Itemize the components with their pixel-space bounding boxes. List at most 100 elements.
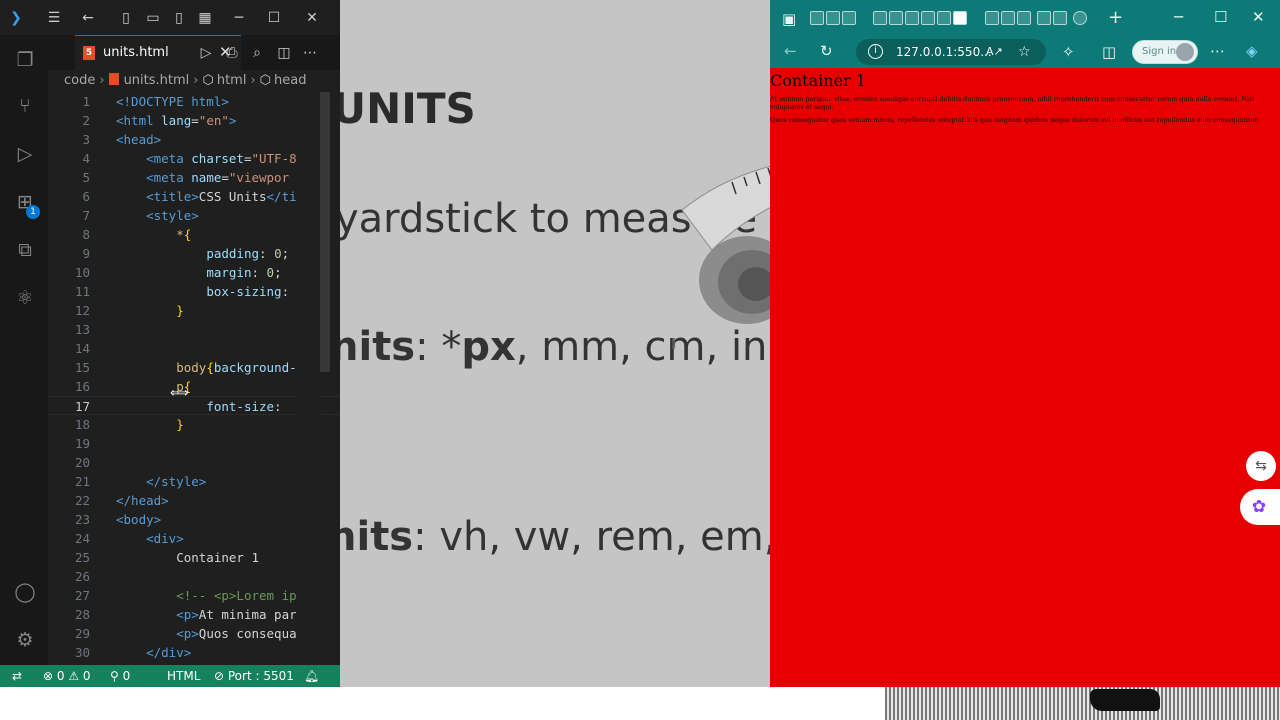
remote-indicator-icon[interactable]: ⇄ — [0, 665, 34, 687]
language-mode[interactable]: HTML — [167, 665, 200, 687]
video-artifact — [885, 687, 1280, 720]
browser-tab[interactable] — [921, 11, 935, 25]
browser-tab[interactable] — [1053, 11, 1067, 25]
code-token: name — [191, 170, 222, 185]
tab-units-html[interactable]: 5 units.html ✕ — [75, 35, 241, 70]
browser-tab[interactable] — [889, 11, 903, 25]
address-bar[interactable]: i 127.0.0.1:550... A↗ ☆ — [856, 39, 1046, 65]
code-token: : — [274, 399, 290, 414]
split-screen-icon[interactable]: ◫ — [1102, 42, 1116, 62]
menu-icon[interactable]: ☰ — [44, 8, 64, 28]
browser-tab[interactable] — [937, 11, 951, 25]
code-token: <p> — [176, 607, 199, 622]
close-window-icon[interactable]: ✕ — [1252, 7, 1265, 27]
toggle-secondary-sidebar-icon[interactable]: ▯ — [169, 8, 189, 28]
refresh-icon[interactable]: ↻ — [820, 41, 833, 61]
accounts-icon[interactable]: ◯ — [12, 579, 38, 605]
element-icon: ⬡ — [202, 73, 214, 88]
code-editor[interactable]: 1 <!DOCTYPE html> 2 <html lang="en"> 3 <head>… — [48, 92, 340, 665]
read-aloud-icon[interactable]: A↗ — [986, 39, 1003, 65]
source-control-icon[interactable]: ⑂ — [12, 93, 38, 119]
browser-tab[interactable] — [1001, 11, 1015, 25]
workspaces-icon[interactable]: ▣ — [782, 9, 796, 29]
code-token: <div> — [146, 531, 184, 546]
browser-tab[interactable] — [826, 11, 840, 25]
editor-tab-bar: 5 units.html ✕ ▷ ⎙ ⌕ ◫ ⋯ — [48, 35, 340, 70]
slide-line-3: nits: vh, vw, rem, em, — [340, 514, 770, 560]
editor-scrollbar[interactable] — [320, 92, 330, 372]
maximize-icon[interactable]: ☐ — [264, 8, 284, 28]
favorite-star-icon[interactable]: ☆ — [1018, 39, 1031, 65]
breadcrumb-head[interactable]: head — [274, 73, 306, 88]
site-info-icon[interactable]: i — [868, 44, 883, 59]
breadcrumb-file[interactable]: units.html — [124, 73, 190, 88]
run-debug-icon[interactable]: ▷ — [12, 141, 38, 167]
line-number: 4 — [82, 151, 90, 166]
live-server-port[interactable]: ⊘ Port : 5501 — [214, 665, 294, 687]
split-editor-icon[interactable]: ◫ — [274, 43, 294, 63]
toggle-panel-icon[interactable]: ▭ — [143, 8, 163, 28]
more-actions-icon[interactable]: ⋯ — [300, 43, 320, 63]
browser-tab-strip: ▣ + ─ ☐ ✕ — [770, 0, 1280, 36]
ports-indicator[interactable]: ⚲ 0 — [110, 665, 130, 687]
maximize-icon[interactable]: ☐ — [1214, 7, 1227, 27]
explorer-icon[interactable]: ❐ — [12, 47, 38, 73]
more-menu-icon[interactable]: ⋯ — [1210, 41, 1225, 61]
code-token: </ti — [266, 189, 297, 204]
code-token: background- — [213, 360, 297, 375]
minimap[interactable] — [296, 92, 322, 665]
toggle-primary-sidebar-icon[interactable]: ▯ — [116, 8, 136, 28]
breadcrumb-html[interactable]: html — [217, 73, 247, 88]
browser-tab[interactable] — [810, 11, 824, 25]
code-text: margin: 0; — [116, 263, 281, 282]
new-tab-plus-icon[interactable]: + — [1108, 8, 1123, 28]
presentation-slide: UNITS yardstick to measure nits: *px, mm… — [340, 0, 770, 687]
back-arrow-icon[interactable]: ← — [78, 8, 98, 28]
customize-layout-icon[interactable]: ▦ — [195, 8, 215, 28]
breadcrumb: code › units.html › ⬡ html › ⬡ head — [48, 70, 340, 92]
line-number: 21 — [74, 474, 90, 489]
browser-tab[interactable] — [905, 11, 919, 25]
browser-tab[interactable] — [873, 11, 887, 25]
line-number: 5 — [82, 170, 90, 185]
translate-icon[interactable]: ⇆ — [1246, 451, 1276, 481]
settings-gear-icon[interactable]: ⚙ — [12, 627, 38, 653]
minimize-icon[interactable]: ─ — [229, 8, 249, 28]
breadcrumb-folder[interactable]: code — [64, 73, 95, 88]
preview-search-icon[interactable]: ⌕ — [247, 43, 267, 63]
line-number: 12 — [74, 303, 90, 318]
back-arrow-icon[interactable]: ← — [784, 41, 797, 61]
browser-tab-active[interactable] — [953, 11, 967, 25]
slide-line-3-bold: nits — [340, 514, 414, 560]
remote-explorer-icon[interactable]: ⧉ — [12, 237, 38, 263]
browser-tab[interactable] — [842, 11, 856, 25]
run-icon[interactable]: ▷ — [196, 43, 216, 63]
code-token: ; — [281, 246, 290, 261]
code-token: Container 1 — [116, 550, 259, 565]
line-number: 15 — [74, 360, 90, 375]
notifications-bell-icon[interactable]: 🔔︎ — [304, 665, 319, 687]
browser-tab[interactable] — [985, 11, 999, 25]
code-token: = — [221, 170, 229, 185]
extensions-puzzle-icon[interactable]: ✧ — [1062, 42, 1075, 62]
react-icon[interactable]: ⚛ — [12, 285, 38, 311]
close-window-icon[interactable]: ✕ — [302, 8, 322, 28]
split-handle-icon[interactable]: ‖ — [671, 336, 677, 350]
print-icon[interactable]: ⎙ — [222, 43, 242, 63]
browser-tab[interactable] — [1037, 11, 1051, 25]
code-token: } — [176, 417, 184, 432]
code-text: padding: 0; — [116, 244, 289, 263]
copilot-icon[interactable]: ◈ — [1246, 41, 1258, 61]
tab-label: units.html — [103, 45, 169, 60]
code-text: <div> — [116, 529, 184, 548]
minimize-icon[interactable]: ─ — [1174, 7, 1183, 27]
slide-line-2: nits: *px, mm, cm, in — [340, 324, 767, 370]
browser-tab[interactable] — [1073, 11, 1087, 25]
brain-ai-icon[interactable]: ✿ — [1240, 489, 1280, 525]
sign-in-button[interactable]: Sign in — [1132, 40, 1198, 64]
problems-indicator[interactable]: ⊗ 0 ⚠ 0 — [43, 665, 91, 687]
browser-tab[interactable] — [1017, 11, 1031, 25]
code-text: <p>Quos consequa — [116, 624, 296, 643]
